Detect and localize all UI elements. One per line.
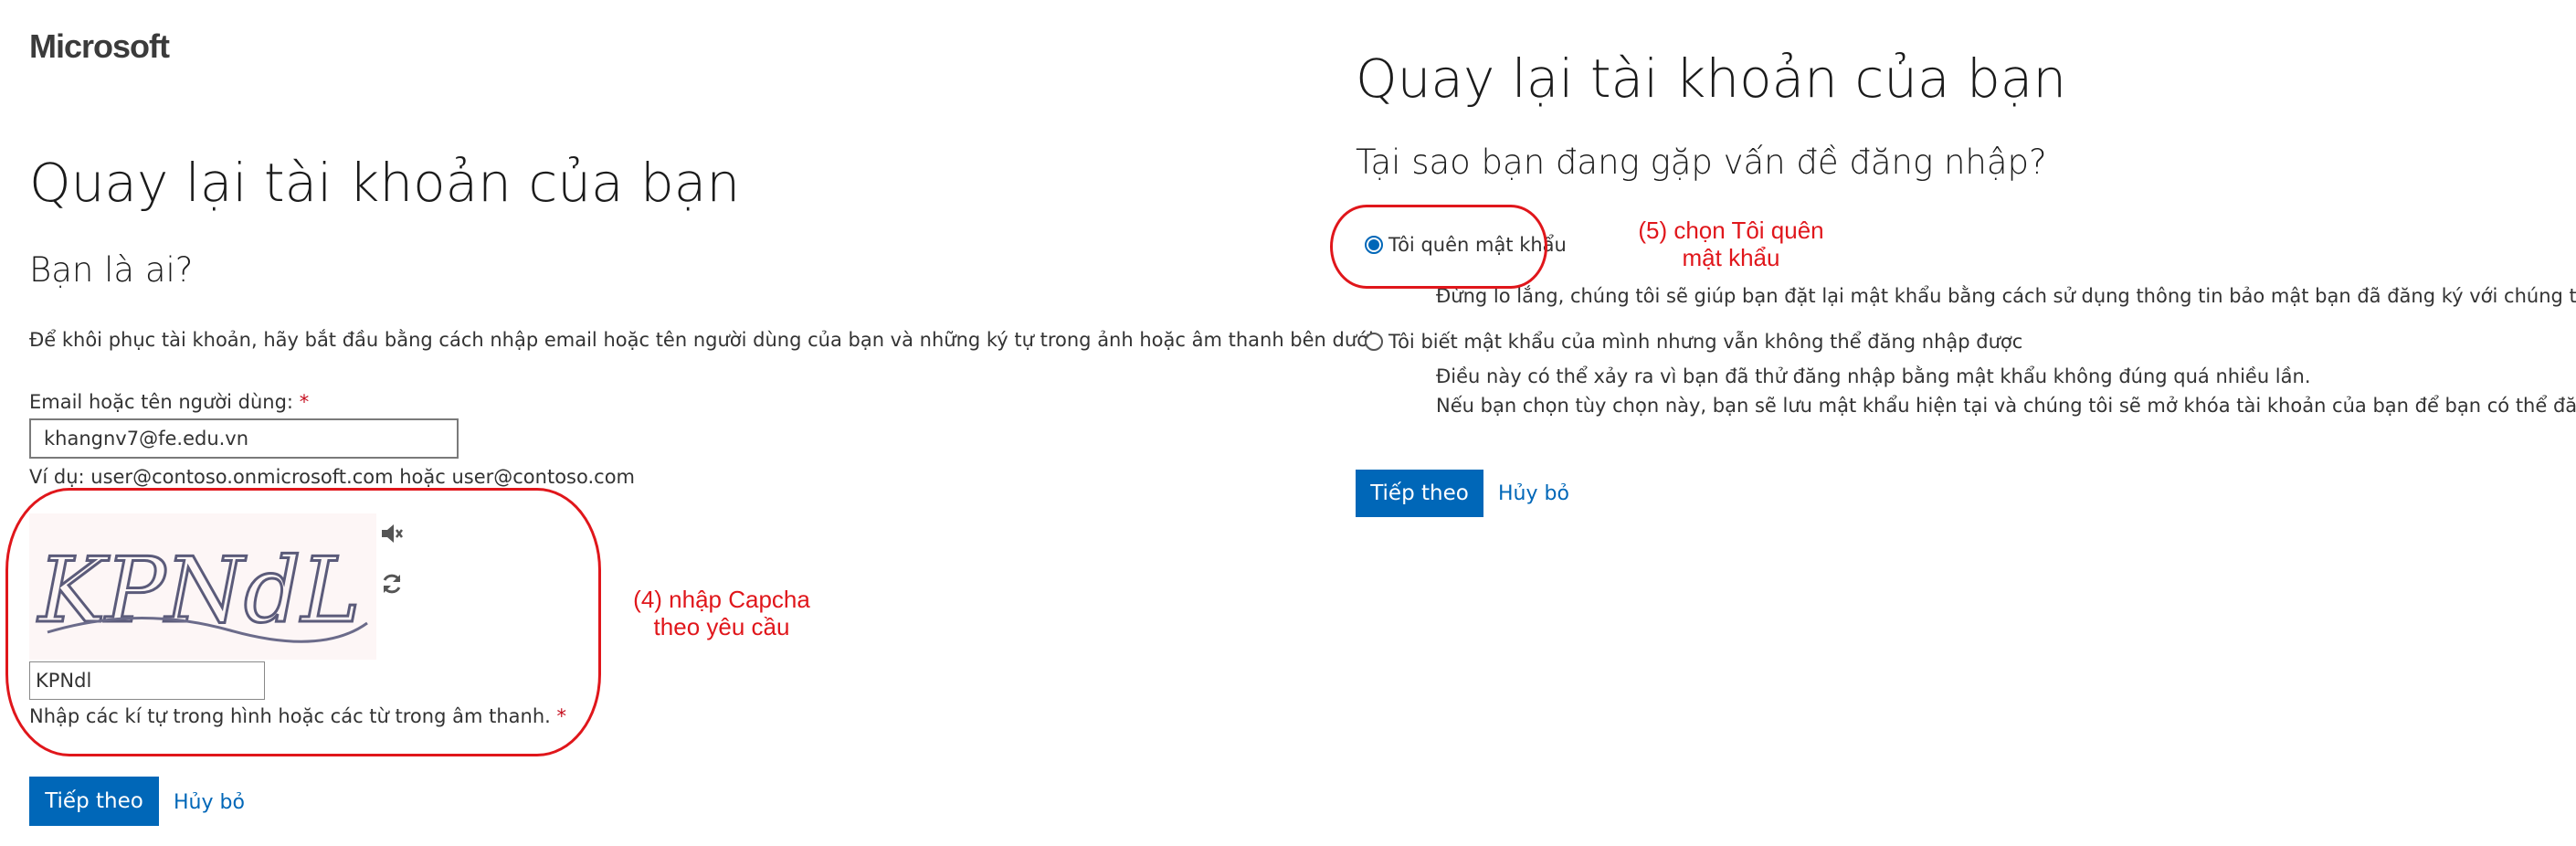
right-next-button[interactable]: Tiếp theo	[1356, 470, 1483, 517]
right-cancel-link[interactable]: Hủy bỏ	[1498, 482, 1569, 505]
option-know-password-desc2: Nếu bạn chọn tùy chọn này, bạn sẽ lưu mậ…	[1436, 395, 2576, 417]
page-title: Quay lại tài khoản của bạn	[29, 152, 741, 214]
microsoft-logo: Microsoft	[29, 27, 170, 65]
annotation-4: (4) nhập Capcha theo yêu cầu	[603, 586, 840, 641]
next-button[interactable]: Tiếp theo	[29, 777, 159, 826]
option-know-password-label: Tôi biết mật khẩu của mình nhưng vẫn khô…	[1388, 331, 2023, 353]
email-example-text: Ví dụ: user@contoso.onmicrosoft.com hoặc…	[29, 466, 635, 488]
annotation-oval-4	[5, 488, 601, 756]
option-know-password-radio[interactable]	[1365, 333, 1383, 351]
instructions-text: Để khôi phục tài khoản, hãy bắt đầu bằng…	[29, 329, 1380, 351]
page-subtitle: Bạn là ai?	[29, 250, 194, 290]
annotation-5-line1: (5) chọn Tôi quên	[1638, 217, 1824, 244]
option-know-password[interactable]: Tôi biết mật khẩu của mình nhưng vẫn khô…	[1365, 331, 2022, 353]
annotation-5-line2: mật khẩu	[1682, 243, 1780, 271]
email-label-text: Email hoặc tên người dùng:	[29, 391, 293, 413]
email-input[interactable]: khangnv7@fe.edu.vn	[29, 418, 459, 459]
annotation-4-line2: theo yêu cầu	[653, 612, 790, 640]
option-forgot-password-desc: Đừng lo lắng, chúng tôi sẽ giúp bạn đặt …	[1436, 285, 2576, 307]
cancel-link[interactable]: Hủy bỏ	[174, 791, 245, 814]
annotation-5: (5) chọn Tôi quên mật khẩu	[1608, 217, 1854, 272]
required-mark: *	[299, 391, 310, 413]
right-page-title: Quay lại tài khoản của bạn	[1356, 48, 2067, 110]
email-input-value: khangnv7@fe.edu.vn	[44, 428, 249, 449]
annotation-oval-5	[1330, 205, 1547, 289]
option-know-password-desc1: Điều này có thể xảy ra vì bạn đã thử đăn…	[1436, 365, 2311, 387]
email-label: Email hoặc tên người dùng: *	[29, 391, 309, 413]
annotation-4-line1: (4) nhập Capcha	[633, 586, 810, 613]
right-page-subtitle: Tại sao bạn đang gặp vấn đề đăng nhập?	[1356, 143, 2047, 182]
